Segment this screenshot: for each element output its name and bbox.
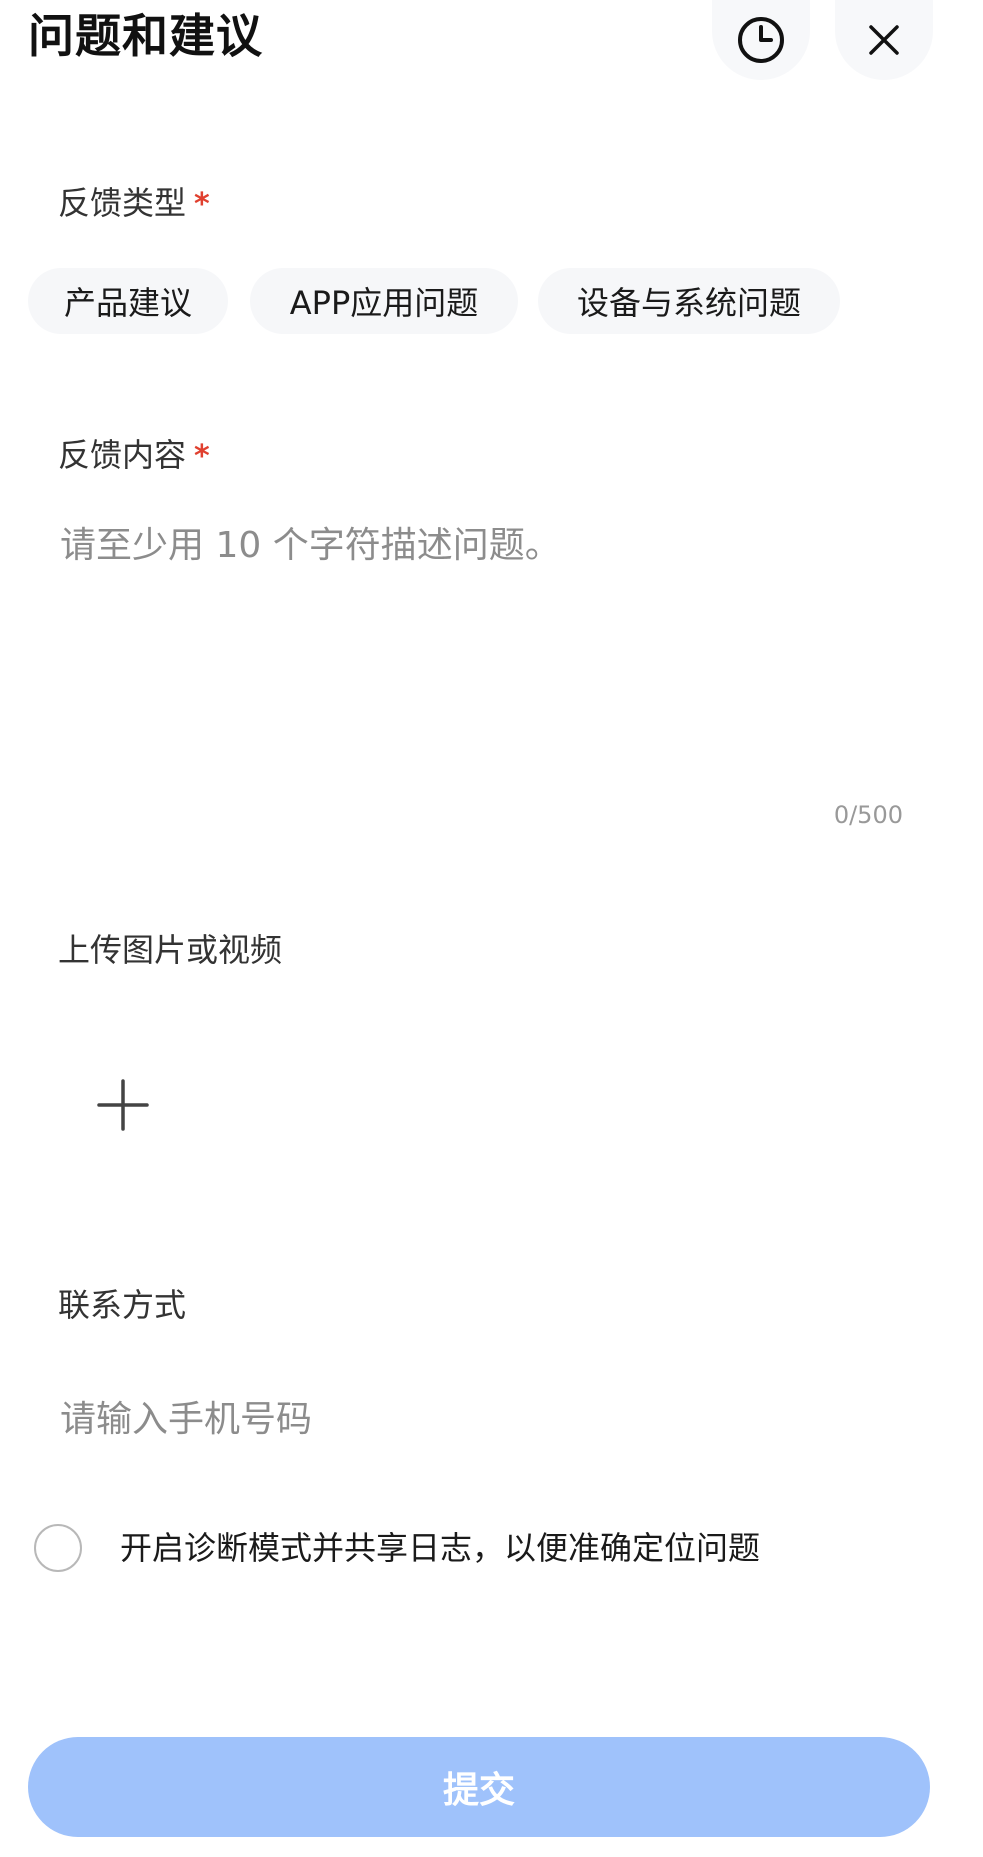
- required-mark: *: [194, 187, 210, 222]
- feedback-content-label-text: 反馈内容: [58, 436, 187, 474]
- feedback-content-input[interactable]: [40, 520, 920, 800]
- diagnostic-label: 开启诊断模式并共享日志，以便准确定位问题: [120, 1529, 761, 1567]
- chip-app-issue[interactable]: APP应用问题: [250, 268, 518, 334]
- upload-label: 上传图片或视频: [58, 931, 283, 969]
- feedback-type-label: 反馈类型 *: [58, 183, 210, 225]
- phone-input[interactable]: [40, 1384, 920, 1454]
- feedback-page: 问题和建议 反馈类型* 产品建议 APP应用问题 设备与系统问题 反馈内容* 0…: [0, 0, 983, 1857]
- diagnostic-option[interactable]: 开启诊断模式并共享日志，以便准确定位问题: [34, 1522, 914, 1574]
- close-icon: [866, 22, 902, 58]
- feedback-type-label-text: 反馈类型: [58, 184, 187, 222]
- char-counter: 0/500: [833, 801, 903, 829]
- clock-icon: [735, 14, 787, 66]
- feedback-content-label: 反馈内容 *: [58, 435, 210, 477]
- submit-button[interactable]: 提交: [28, 1737, 930, 1837]
- diagnostic-radio[interactable]: [34, 1524, 82, 1572]
- required-mark: *: [194, 439, 210, 474]
- chip-product-suggestion[interactable]: 产品建议: [28, 268, 228, 334]
- close-button[interactable]: [835, 0, 933, 80]
- plus-icon: [96, 1078, 150, 1136]
- add-media-button[interactable]: [78, 1062, 168, 1152]
- page-title: 问题和建议: [28, 9, 263, 63]
- contact-label: 联系方式: [58, 1286, 187, 1324]
- chip-device-system-issue[interactable]: 设备与系统问题: [538, 268, 840, 334]
- history-button[interactable]: [712, 0, 810, 80]
